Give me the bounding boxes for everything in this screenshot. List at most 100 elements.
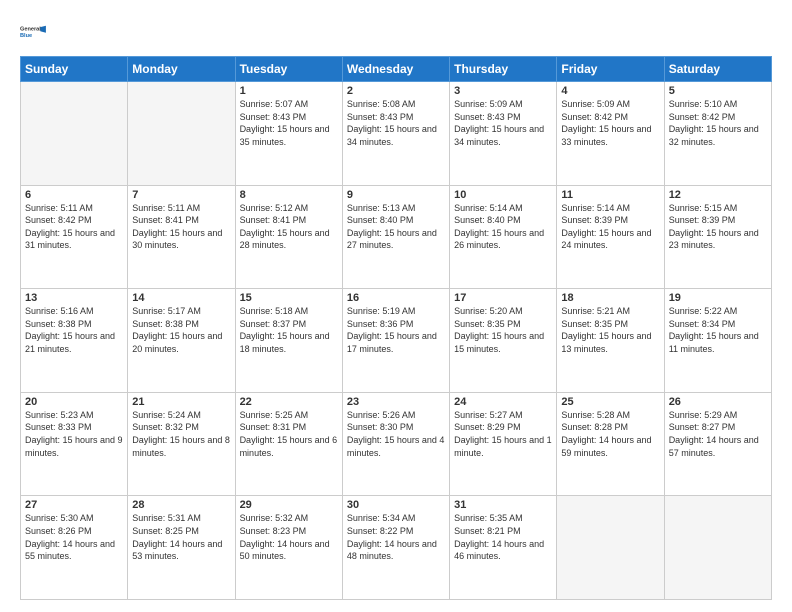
day-info: Sunrise: 5:34 AMSunset: 8:22 PMDaylight:… [347,512,445,562]
day-info: Sunrise: 5:08 AMSunset: 8:43 PMDaylight:… [347,98,445,148]
day-number: 14 [132,292,230,304]
day-info: Sunrise: 5:23 AMSunset: 8:33 PMDaylight:… [25,409,123,459]
day-number: 1 [240,85,338,97]
calendar-cell: 2Sunrise: 5:08 AMSunset: 8:43 PMDaylight… [342,82,449,186]
day-number: 12 [669,189,767,201]
calendar-cell: 13Sunrise: 5:16 AMSunset: 8:38 PMDayligh… [21,289,128,393]
calendar-header-row: SundayMondayTuesdayWednesdayThursdayFrid… [21,57,772,82]
day-number: 26 [669,396,767,408]
day-number: 30 [347,499,445,511]
day-info: Sunrise: 5:29 AMSunset: 8:27 PMDaylight:… [669,409,767,459]
calendar-cell: 31Sunrise: 5:35 AMSunset: 8:21 PMDayligh… [450,496,557,600]
day-number: 13 [25,292,123,304]
day-number: 23 [347,396,445,408]
weekday-header: Thursday [450,57,557,82]
weekday-header: Monday [128,57,235,82]
day-info: Sunrise: 5:11 AMSunset: 8:41 PMDaylight:… [132,202,230,252]
calendar-cell: 28Sunrise: 5:31 AMSunset: 8:25 PMDayligh… [128,496,235,600]
calendar-cell: 3Sunrise: 5:09 AMSunset: 8:43 PMDaylight… [450,82,557,186]
calendar-cell: 15Sunrise: 5:18 AMSunset: 8:37 PMDayligh… [235,289,342,393]
day-number: 28 [132,499,230,511]
calendar-cell: 19Sunrise: 5:22 AMSunset: 8:34 PMDayligh… [664,289,771,393]
calendar-cell: 26Sunrise: 5:29 AMSunset: 8:27 PMDayligh… [664,392,771,496]
calendar-cell [21,82,128,186]
calendar-cell: 17Sunrise: 5:20 AMSunset: 8:35 PMDayligh… [450,289,557,393]
day-info: Sunrise: 5:31 AMSunset: 8:25 PMDaylight:… [132,512,230,562]
day-number: 16 [347,292,445,304]
calendar-cell [557,496,664,600]
calendar-cell: 23Sunrise: 5:26 AMSunset: 8:30 PMDayligh… [342,392,449,496]
day-number: 18 [561,292,659,304]
day-info: Sunrise: 5:19 AMSunset: 8:36 PMDaylight:… [347,305,445,355]
day-number: 8 [240,189,338,201]
day-number: 15 [240,292,338,304]
calendar-cell: 22Sunrise: 5:25 AMSunset: 8:31 PMDayligh… [235,392,342,496]
day-info: Sunrise: 5:32 AMSunset: 8:23 PMDaylight:… [240,512,338,562]
calendar-week-row: 1Sunrise: 5:07 AMSunset: 8:43 PMDaylight… [21,82,772,186]
calendar-cell: 10Sunrise: 5:14 AMSunset: 8:40 PMDayligh… [450,185,557,289]
calendar-cell: 4Sunrise: 5:09 AMSunset: 8:42 PMDaylight… [557,82,664,186]
day-info: Sunrise: 5:14 AMSunset: 8:40 PMDaylight:… [454,202,552,252]
day-info: Sunrise: 5:07 AMSunset: 8:43 PMDaylight:… [240,98,338,148]
logo-icon: GeneralBlue [20,18,48,46]
day-info: Sunrise: 5:18 AMSunset: 8:37 PMDaylight:… [240,305,338,355]
day-number: 10 [454,189,552,201]
day-number: 21 [132,396,230,408]
day-info: Sunrise: 5:16 AMSunset: 8:38 PMDaylight:… [25,305,123,355]
day-number: 6 [25,189,123,201]
page: GeneralBlue SundayMondayTuesdayWednesday… [0,0,792,612]
day-info: Sunrise: 5:25 AMSunset: 8:31 PMDaylight:… [240,409,338,459]
svg-text:Blue: Blue [20,33,32,39]
weekday-header: Tuesday [235,57,342,82]
calendar-week-row: 20Sunrise: 5:23 AMSunset: 8:33 PMDayligh… [21,392,772,496]
day-info: Sunrise: 5:11 AMSunset: 8:42 PMDaylight:… [25,202,123,252]
day-info: Sunrise: 5:17 AMSunset: 8:38 PMDaylight:… [132,305,230,355]
day-info: Sunrise: 5:09 AMSunset: 8:43 PMDaylight:… [454,98,552,148]
day-info: Sunrise: 5:13 AMSunset: 8:40 PMDaylight:… [347,202,445,252]
day-number: 19 [669,292,767,304]
calendar-week-row: 6Sunrise: 5:11 AMSunset: 8:42 PMDaylight… [21,185,772,289]
day-number: 9 [347,189,445,201]
day-number: 24 [454,396,552,408]
header: GeneralBlue [20,18,772,46]
weekday-header: Friday [557,57,664,82]
day-number: 31 [454,499,552,511]
calendar-cell: 12Sunrise: 5:15 AMSunset: 8:39 PMDayligh… [664,185,771,289]
calendar-cell: 9Sunrise: 5:13 AMSunset: 8:40 PMDaylight… [342,185,449,289]
day-number: 25 [561,396,659,408]
calendar-week-row: 13Sunrise: 5:16 AMSunset: 8:38 PMDayligh… [21,289,772,393]
day-number: 7 [132,189,230,201]
day-info: Sunrise: 5:24 AMSunset: 8:32 PMDaylight:… [132,409,230,459]
calendar-cell: 11Sunrise: 5:14 AMSunset: 8:39 PMDayligh… [557,185,664,289]
calendar-cell: 30Sunrise: 5:34 AMSunset: 8:22 PMDayligh… [342,496,449,600]
day-info: Sunrise: 5:14 AMSunset: 8:39 PMDaylight:… [561,202,659,252]
day-number: 17 [454,292,552,304]
calendar-cell: 21Sunrise: 5:24 AMSunset: 8:32 PMDayligh… [128,392,235,496]
calendar-cell: 5Sunrise: 5:10 AMSunset: 8:42 PMDaylight… [664,82,771,186]
calendar-cell: 7Sunrise: 5:11 AMSunset: 8:41 PMDaylight… [128,185,235,289]
day-info: Sunrise: 5:09 AMSunset: 8:42 PMDaylight:… [561,98,659,148]
calendar-cell: 25Sunrise: 5:28 AMSunset: 8:28 PMDayligh… [557,392,664,496]
weekday-header: Sunday [21,57,128,82]
day-number: 20 [25,396,123,408]
day-number: 3 [454,85,552,97]
day-info: Sunrise: 5:20 AMSunset: 8:35 PMDaylight:… [454,305,552,355]
calendar-cell [128,82,235,186]
calendar-cell: 6Sunrise: 5:11 AMSunset: 8:42 PMDaylight… [21,185,128,289]
day-number: 27 [25,499,123,511]
calendar-table: SundayMondayTuesdayWednesdayThursdayFrid… [20,56,772,600]
day-number: 2 [347,85,445,97]
calendar-cell: 14Sunrise: 5:17 AMSunset: 8:38 PMDayligh… [128,289,235,393]
svg-text:General: General [20,27,41,33]
day-number: 29 [240,499,338,511]
day-info: Sunrise: 5:35 AMSunset: 8:21 PMDaylight:… [454,512,552,562]
calendar-cell: 27Sunrise: 5:30 AMSunset: 8:26 PMDayligh… [21,496,128,600]
day-info: Sunrise: 5:21 AMSunset: 8:35 PMDaylight:… [561,305,659,355]
day-info: Sunrise: 5:30 AMSunset: 8:26 PMDaylight:… [25,512,123,562]
calendar-cell: 18Sunrise: 5:21 AMSunset: 8:35 PMDayligh… [557,289,664,393]
day-info: Sunrise: 5:12 AMSunset: 8:41 PMDaylight:… [240,202,338,252]
day-info: Sunrise: 5:26 AMSunset: 8:30 PMDaylight:… [347,409,445,459]
day-number: 4 [561,85,659,97]
calendar-cell: 24Sunrise: 5:27 AMSunset: 8:29 PMDayligh… [450,392,557,496]
calendar-cell: 1Sunrise: 5:07 AMSunset: 8:43 PMDaylight… [235,82,342,186]
